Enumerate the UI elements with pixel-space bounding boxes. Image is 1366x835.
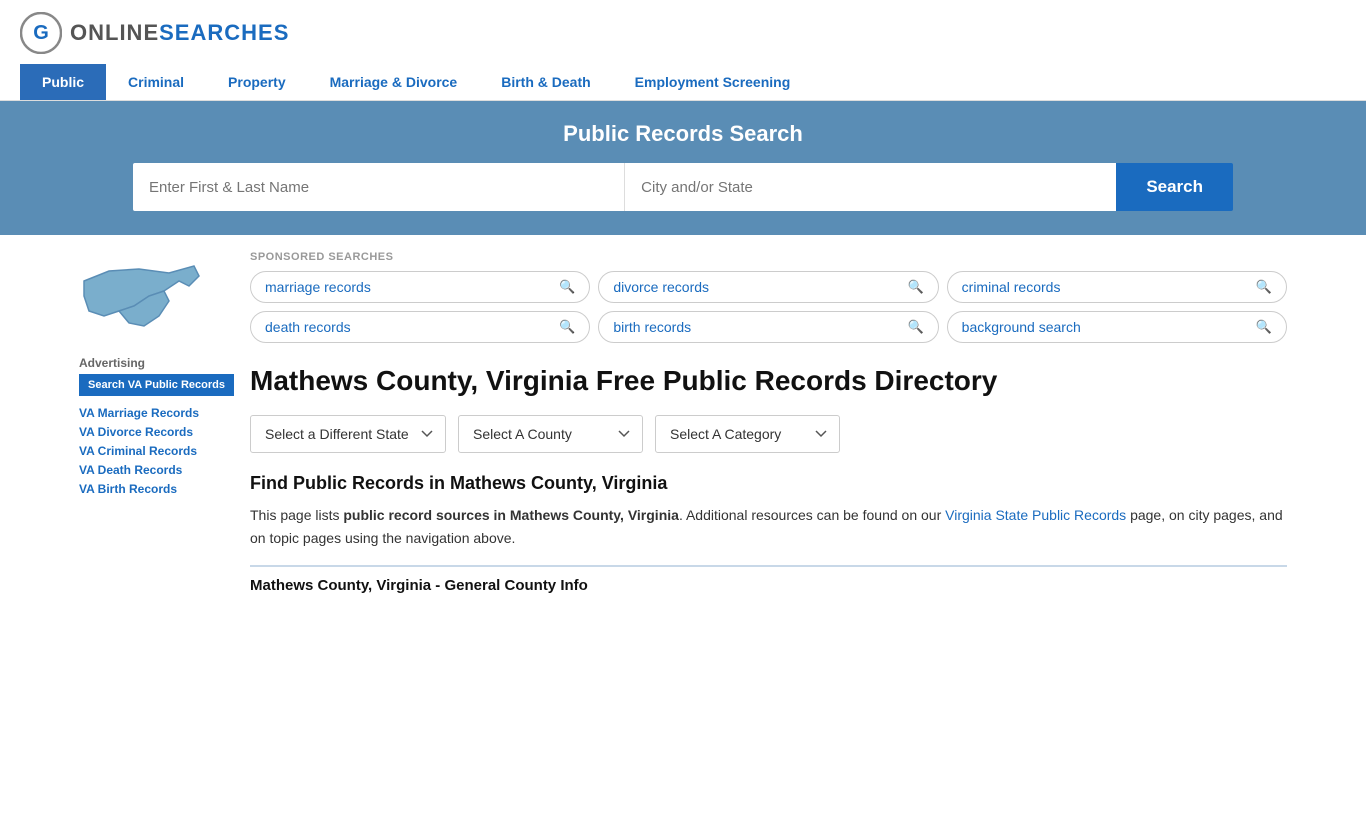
- county-dropdown[interactable]: Select A County: [458, 415, 643, 453]
- category-dropdown[interactable]: Select A Category: [655, 415, 840, 453]
- search-tag-background-text: background search: [962, 319, 1081, 335]
- nav-item-marriage-divorce[interactable]: Marriage & Divorce: [308, 64, 480, 100]
- sidebar: Advertising Search VA Public Records VA …: [79, 251, 234, 819]
- search-tag-death[interactable]: death records 🔍: [250, 311, 590, 343]
- nav-item-criminal[interactable]: Criminal: [106, 64, 206, 100]
- content-area: SPONSORED SEARCHES marriage records 🔍 di…: [250, 251, 1287, 819]
- va-birth-link[interactable]: VA Birth Records: [79, 482, 177, 496]
- main-wrapper: Advertising Search VA Public Records VA …: [63, 235, 1303, 835]
- nav-item-public[interactable]: Public: [20, 64, 106, 100]
- find-text-bold: public record sources in Mathews County,…: [343, 507, 679, 523]
- search-tag-marriage-text: marriage records: [265, 279, 371, 295]
- search-tag-divorce-text: divorce records: [613, 279, 709, 295]
- search-icon: 🔍: [1256, 279, 1272, 295]
- list-item: VA Marriage Records: [79, 404, 234, 420]
- list-item: VA Criminal Records: [79, 442, 234, 458]
- search-bar: Search: [133, 163, 1233, 211]
- dropdowns-row: Select a Different State Select A County…: [250, 415, 1287, 453]
- search-tag-background[interactable]: background search 🔍: [947, 311, 1287, 343]
- hero-title: Public Records Search: [30, 121, 1336, 147]
- list-item: VA Divorce Records: [79, 423, 234, 439]
- hero-section: Public Records Search Search: [0, 101, 1366, 235]
- search-icon: 🔍: [1256, 319, 1272, 335]
- name-input[interactable]: [133, 163, 624, 211]
- list-item: VA Death Records: [79, 461, 234, 477]
- nav-item-birth-death[interactable]: Birth & Death: [479, 64, 612, 100]
- search-tag-birth[interactable]: birth records 🔍: [598, 311, 938, 343]
- find-text-part1: This page lists: [250, 507, 343, 523]
- county-info-heading: Mathews County, Virginia - General Count…: [250, 565, 1287, 594]
- search-icon: 🔍: [907, 319, 923, 335]
- search-icon: 🔍: [559, 319, 575, 335]
- va-map-icon: [79, 251, 209, 341]
- advertising-label: Advertising: [79, 356, 234, 370]
- find-public-records-text: This page lists public record sources in…: [250, 504, 1287, 549]
- state-dropdown[interactable]: Select a Different State: [250, 415, 446, 453]
- search-tag-marriage[interactable]: marriage records 🔍: [250, 271, 590, 303]
- find-text-part2: . Additional resources can be found on o…: [679, 507, 945, 523]
- sidebar-links: VA Marriage Records VA Divorce Records V…: [79, 404, 234, 496]
- logo-text: ONLINE SEARCHES: [70, 20, 289, 46]
- va-marriage-link[interactable]: VA Marriage Records: [79, 406, 199, 420]
- search-tags: marriage records 🔍 divorce records 🔍 cri…: [250, 271, 1287, 343]
- sidebar-search-va-button[interactable]: Search VA Public Records: [79, 374, 234, 396]
- nav-item-employment[interactable]: Employment Screening: [613, 64, 813, 100]
- va-death-link[interactable]: VA Death Records: [79, 463, 182, 477]
- search-icon: 🔍: [907, 279, 923, 295]
- city-input[interactable]: [625, 163, 1116, 211]
- search-tag-death-text: death records: [265, 319, 351, 335]
- list-item: VA Birth Records: [79, 480, 234, 496]
- header: G ONLINE SEARCHES Public Criminal Proper…: [0, 0, 1366, 101]
- search-icon: 🔍: [559, 279, 575, 295]
- logo-online: ONLINE: [70, 20, 159, 46]
- find-public-records-heading: Find Public Records in Mathews County, V…: [250, 473, 1287, 494]
- search-tag-birth-text: birth records: [613, 319, 691, 335]
- main-nav: Public Criminal Property Marriage & Divo…: [20, 64, 1346, 100]
- logo-area: G ONLINE SEARCHES: [20, 12, 1346, 54]
- search-tag-criminal[interactable]: criminal records 🔍: [947, 271, 1287, 303]
- logo-searches: SEARCHES: [159, 20, 289, 46]
- logo-icon: G: [20, 12, 62, 54]
- search-button[interactable]: Search: [1116, 163, 1233, 211]
- sponsored-label: SPONSORED SEARCHES: [250, 251, 1287, 263]
- virginia-state-link[interactable]: Virginia State Public Records: [945, 507, 1126, 523]
- search-tag-criminal-text: criminal records: [962, 279, 1061, 295]
- va-criminal-link[interactable]: VA Criminal Records: [79, 444, 197, 458]
- va-divorce-link[interactable]: VA Divorce Records: [79, 425, 193, 439]
- search-tag-divorce[interactable]: divorce records 🔍: [598, 271, 938, 303]
- svg-text:G: G: [33, 22, 49, 44]
- nav-item-property[interactable]: Property: [206, 64, 308, 100]
- page-title: Mathews County, Virginia Free Public Rec…: [250, 363, 1287, 399]
